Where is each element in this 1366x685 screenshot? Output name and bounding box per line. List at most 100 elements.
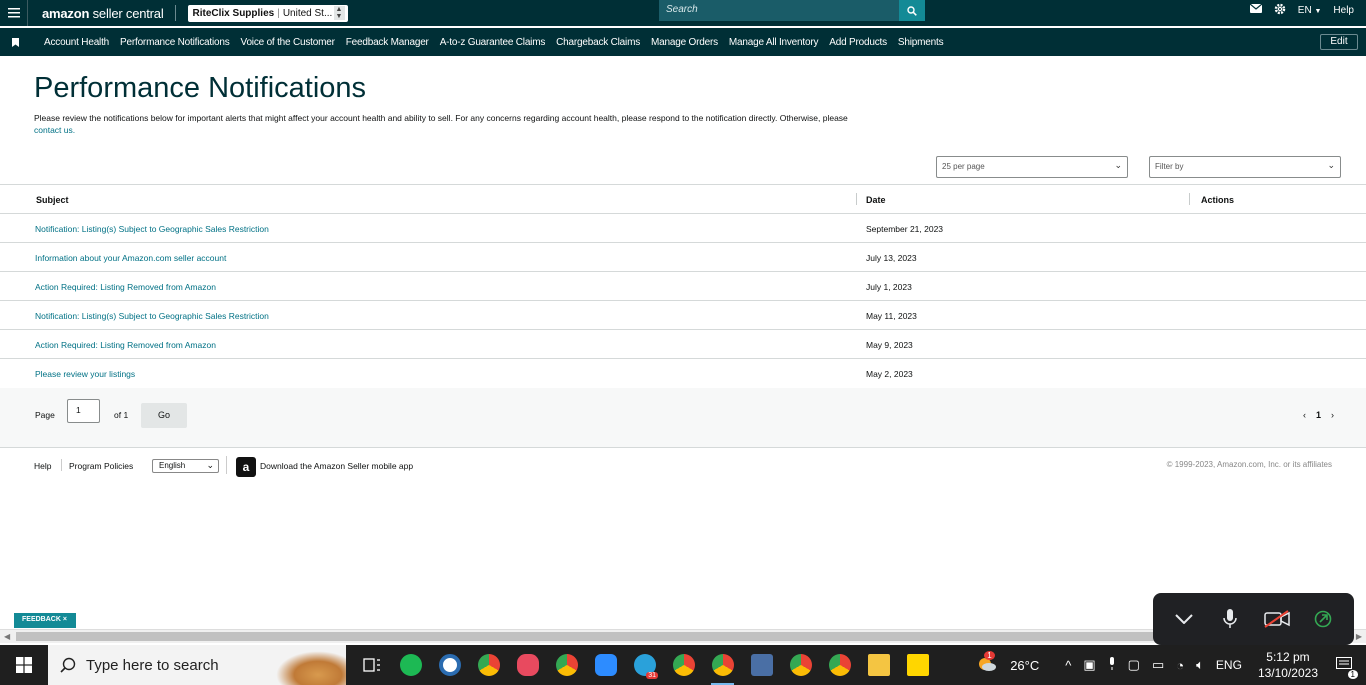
screen-share-icon[interactable]: ▢ [1128, 657, 1140, 673]
search-input[interactable]: Search [659, 0, 900, 21]
notification-subject-link[interactable]: Please review your listings [35, 369, 135, 379]
snipping-tool-icon[interactable] [508, 645, 547, 685]
language-selector[interactable]: EN ▼ [1298, 5, 1322, 16]
nav-edit-button[interactable]: Edit [1320, 34, 1358, 50]
column-divider [856, 193, 857, 205]
microphone-icon[interactable] [1108, 657, 1116, 673]
program-policies-link[interactable]: Program Policies [69, 461, 133, 471]
chevron-down-icon[interactable] [1169, 614, 1199, 624]
weather-icon[interactable]: 1 [976, 650, 998, 676]
notification-subject-link[interactable]: Notification: Listing(s) Subject to Geog… [35, 224, 269, 234]
camera-off-icon[interactable] [1262, 610, 1292, 628]
nav-item-voice-of-the-customer[interactable]: Voice of the Customer [241, 37, 335, 48]
page-title: Performance Notifications [34, 72, 367, 104]
nav-item-manage-orders[interactable]: Manage Orders [651, 37, 718, 48]
footer-divider [226, 456, 227, 474]
nav-items: Account Health Performance Notifications V… [44, 37, 954, 48]
footer: Help Program Policies English ⌄ a Downlo… [0, 456, 1366, 478]
notification-date: May 11, 2023 [866, 311, 917, 321]
chrome-profile-icon[interactable] [781, 645, 820, 685]
chrome-profile-icon[interactable] [664, 645, 703, 685]
store-selector[interactable]: RiteClix Supplies | United St... ▲ ▼ [187, 4, 348, 22]
menu-icon[interactable] [0, 0, 28, 26]
scroll-left-icon[interactable]: ◀ [4, 632, 10, 641]
meet-icon[interactable]: ▣ [1083, 657, 1095, 673]
calculator-icon[interactable] [742, 645, 781, 685]
notification-subject-link[interactable]: Action Required: Listing Removed from Am… [35, 282, 216, 292]
store-separator: | [277, 7, 280, 19]
wifi-icon[interactable]: ◔ [1176, 658, 1184, 673]
pagination-bar: Page 1 of 1 Go ‹ 1 › [0, 388, 1366, 448]
volume-icon[interactable]: 🔈︎ [1196, 657, 1204, 673]
scrollbar-thumb[interactable] [16, 632, 1350, 641]
feedback-tab[interactable]: FEEDBACK × [14, 613, 76, 628]
scroll-right-icon[interactable]: ▶ [1356, 632, 1362, 641]
nav-item-add-products[interactable]: Add Products [829, 37, 887, 48]
windows-taskbar: Type here to search 31 1 26°C ^ ▣ ▢ ▭ ◔ … [0, 645, 1366, 685]
chevron-up-icon[interactable]: ^ [1065, 658, 1071, 673]
download-app-link[interactable]: Download the Amazon Seller mobile app [260, 461, 413, 471]
chrome-profile-icon[interactable] [547, 645, 586, 685]
spotify-icon[interactable] [391, 645, 430, 685]
contact-us-link[interactable]: contact us. [34, 125, 75, 135]
clock[interactable]: 5:12 pm 13/10/2023 [1258, 649, 1318, 681]
updown-icon: ▲ ▼ [333, 5, 345, 20]
chrome-active-icon[interactable] [703, 645, 742, 685]
microphone-icon[interactable] [1215, 609, 1245, 629]
windows-start-icon[interactable] [0, 645, 48, 685]
nav-item-chargeback-claims[interactable]: Chargeback Claims [556, 37, 640, 48]
next-page-icon[interactable]: › [1331, 410, 1334, 420]
weather-badge: 1 [984, 650, 995, 660]
description-text: Please review the notifications below fo… [34, 113, 848, 123]
filter-select[interactable]: Filter by ⌄ [1149, 156, 1341, 178]
help-link[interactable]: Help [1333, 5, 1354, 16]
nav-item-account-health[interactable]: Account Health [44, 37, 109, 48]
sticky-notes-icon[interactable] [898, 645, 937, 685]
nav-item-performance-notifications[interactable]: Performance Notifications [120, 37, 230, 48]
nav-item-shipments[interactable]: Shipments [898, 37, 944, 48]
battery-icon[interactable]: ▭ [1152, 657, 1164, 673]
clock-date: 13/10/2023 [1257, 666, 1318, 680]
notification-subject-link[interactable]: Notification: Listing(s) Subject to Geog… [35, 311, 269, 321]
go-button[interactable]: Go [141, 403, 187, 428]
task-view-icon[interactable] [352, 645, 391, 685]
mail-icon[interactable] [1249, 3, 1263, 16]
notification-date: May 9, 2023 [866, 340, 913, 350]
per-page-select[interactable]: 25 per page ⌄ [936, 156, 1128, 178]
top-right-controls: EN ▼ Help [1249, 0, 1354, 20]
input-language[interactable]: ENG [1216, 658, 1242, 672]
nav-item-manage-all-inventory[interactable]: Manage All Inventory [729, 37, 819, 48]
telegram-icon[interactable]: 31 [625, 645, 664, 685]
table-header: Subject Date Actions [0, 185, 1366, 214]
column-divider [1189, 193, 1190, 205]
system-tray: 1 26°C ^ ▣ ▢ ▭ ◔ 🔈︎ ENG 5:12 pm 13/10/20… [970, 645, 1366, 685]
search-button[interactable] [899, 0, 925, 21]
notification-center-icon[interactable]: 1 [1336, 656, 1358, 679]
notification-subject-link[interactable]: Information about your Amazon.com seller… [35, 253, 226, 263]
nav-item-a-to-z-guarantee-claims[interactable]: A-to-z Guarantee Claims [440, 37, 546, 48]
weather-temperature[interactable]: 26°C [1010, 658, 1039, 673]
gear-icon[interactable] [1274, 3, 1286, 18]
taskbar-search[interactable]: Type here to search [48, 645, 346, 685]
file-explorer-icon[interactable] [859, 645, 898, 685]
bookmark-icon[interactable] [0, 37, 30, 47]
clock-time: 5:12 pm [1266, 650, 1310, 664]
chrome-profile-icon[interactable] [469, 645, 508, 685]
nav-item-feedback-manager[interactable]: Feedback Manager [346, 37, 429, 48]
store-region: United St... [282, 7, 333, 19]
amazon-app-icon[interactable]: a [236, 457, 256, 477]
page-number-input[interactable]: 1 [67, 399, 100, 423]
current-page[interactable]: 1 [1316, 410, 1321, 420]
clock-app-icon[interactable] [430, 645, 469, 685]
filter-placeholder: Filter by [1155, 162, 1184, 171]
footer-help-link[interactable]: Help [34, 461, 51, 471]
per-page-value: 25 per page [942, 162, 985, 171]
seller-central-logo[interactable]: amazon seller central [42, 6, 164, 21]
footer-language-select[interactable]: English ⌄ [152, 459, 219, 473]
zoom-icon[interactable] [586, 645, 625, 685]
open-external-icon[interactable] [1308, 610, 1338, 628]
prev-page-icon[interactable]: ‹ [1303, 410, 1306, 420]
chrome-profile-icon[interactable] [820, 645, 859, 685]
caret-down-icon: ▼ [1314, 7, 1322, 15]
notification-subject-link[interactable]: Action Required: Listing Removed from Am… [35, 340, 216, 350]
